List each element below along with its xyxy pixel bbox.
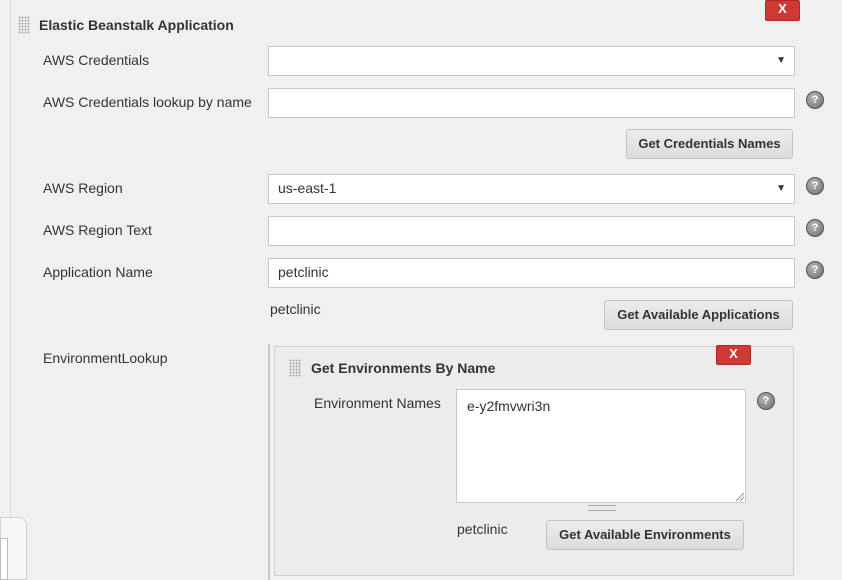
environment-names-label: Environment Names xyxy=(314,395,441,411)
help-icon[interactable]: ? xyxy=(806,177,824,195)
drag-handle-icon[interactable] xyxy=(289,359,301,377)
environment-names-value: e-y2fmvwri3n xyxy=(467,398,551,414)
aws-region-value: us-east-1 xyxy=(278,180,337,196)
aws-region-text-label: AWS Region Text xyxy=(43,222,152,238)
environment-lookup-label: EnvironmentLookup xyxy=(43,350,168,366)
get-available-applications-button[interactable]: Get Available Applications xyxy=(604,300,793,330)
help-icon[interactable]: ? xyxy=(806,91,824,109)
chevron-down-icon: ▼ xyxy=(776,55,786,66)
chevron-down-icon: ▼ xyxy=(776,183,786,194)
environment-resolved-text: petclinic xyxy=(457,521,508,537)
application-resolved-text: petclinic xyxy=(270,301,321,317)
aws-region-label: AWS Region xyxy=(43,180,123,196)
aws-credentials-select[interactable]: ▼ xyxy=(268,46,795,76)
application-name-input[interactable]: petclinic xyxy=(268,258,795,288)
drag-handle-icon[interactable] xyxy=(18,16,30,34)
credentials-lookup-label: AWS Credentials lookup by name xyxy=(43,94,252,110)
application-name-label: Application Name xyxy=(43,264,153,280)
textarea-resize-handle[interactable] xyxy=(588,505,616,511)
help-icon[interactable]: ? xyxy=(806,219,824,237)
get-environments-title: Get Environments By Name xyxy=(311,360,496,376)
section-title: Elastic Beanstalk Application xyxy=(39,17,234,33)
environment-names-textarea[interactable]: e-y2fmvwri3n xyxy=(456,389,746,503)
aws-region-select[interactable]: us-east-1 ▼ xyxy=(268,174,795,204)
delete-section-button[interactable]: X xyxy=(765,0,800,21)
credentials-lookup-input[interactable] xyxy=(268,88,795,118)
aws-region-text-input[interactable] xyxy=(268,216,795,246)
resize-corner-icon[interactable] xyxy=(736,493,744,501)
get-credentials-names-button[interactable]: Get Credentials Names xyxy=(626,129,793,159)
aws-credentials-label: AWS Credentials xyxy=(43,52,150,68)
help-icon[interactable]: ? xyxy=(806,261,824,279)
scrollbar[interactable] xyxy=(0,538,8,580)
help-icon[interactable]: ? xyxy=(757,392,775,410)
get-available-environments-button[interactable]: Get Available Environments xyxy=(546,520,744,550)
delete-environment-lookup-button[interactable]: X xyxy=(716,345,751,365)
